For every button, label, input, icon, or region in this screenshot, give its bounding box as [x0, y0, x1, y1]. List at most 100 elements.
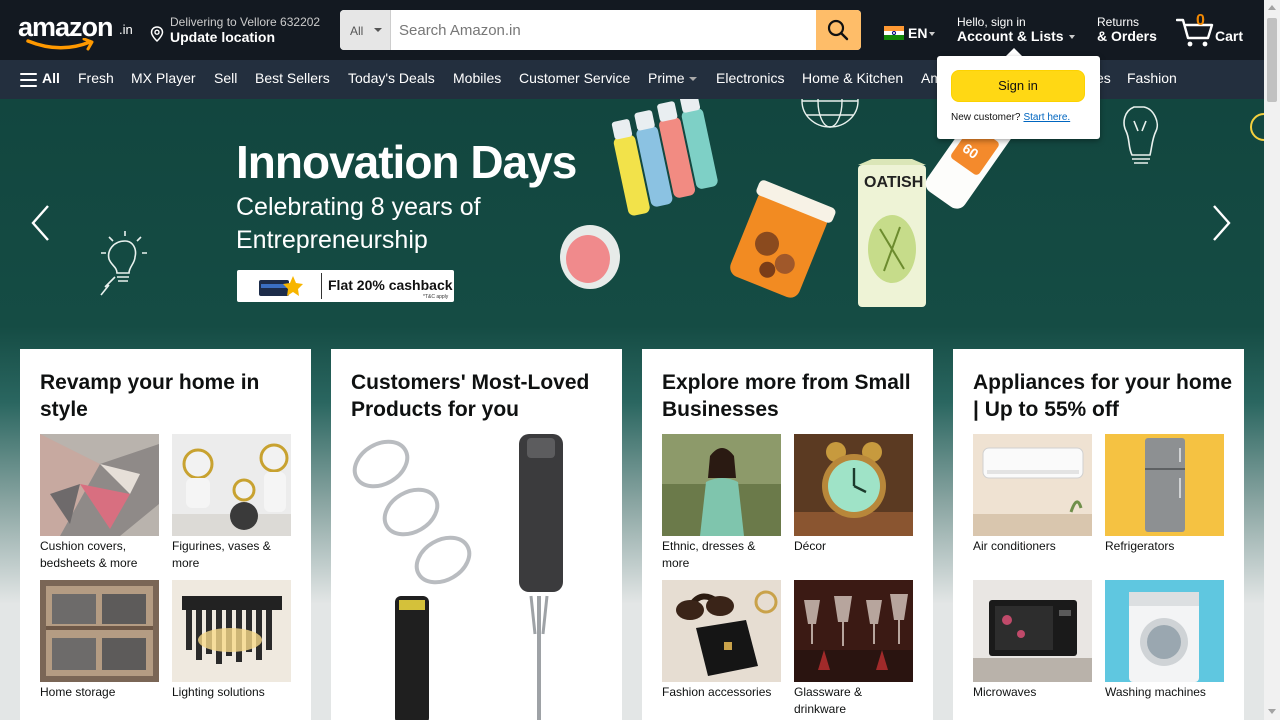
nav-item-prime-label: Prime	[648, 70, 685, 86]
tile-label: Lighting solutions	[172, 685, 265, 699]
card-title[interactable]: Explore more from Small Businesses	[662, 369, 922, 423]
language-selector[interactable]: EN	[884, 22, 944, 46]
signin-flyout: Sign in New customer? Start here.	[937, 56, 1100, 139]
scroll-down-arrow-icon[interactable]	[1268, 709, 1276, 714]
account-lists-label: Account & Lists	[957, 28, 1064, 44]
hero-title: Innovation Days	[236, 136, 577, 188]
cart-count: 0	[1196, 12, 1205, 29]
new-customer-row: New customer? Start here.	[951, 112, 1070, 123]
tile-label: Washing machines	[1105, 685, 1206, 699]
wallet-star-icon	[259, 276, 303, 296]
tile-image	[794, 580, 913, 682]
account-and-lists[interactable]: Hello, sign in Account & Lists	[957, 13, 1087, 49]
carousel-prev-button[interactable]	[28, 202, 52, 249]
hamburger-menu-icon[interactable]	[20, 73, 37, 87]
tile-label: Microwaves	[973, 685, 1037, 699]
lightbulb-doodle-icon	[100, 231, 147, 296]
card-appliances: Appliances for your home | Up to 55% off…	[953, 349, 1244, 720]
tile-decor[interactable]: Décor	[794, 434, 913, 555]
chevron-down-icon	[1068, 35, 1075, 40]
nav-item-best-sellers[interactable]: Best Sellers	[255, 70, 330, 86]
cart-label: Cart	[1215, 28, 1244, 44]
delivery-location[interactable]: Delivering to Vellore 632202 Update loca…	[148, 12, 328, 48]
tile-label: Refrigerators	[1105, 539, 1175, 553]
tile-washing-machines[interactable]: Washing machines	[1105, 580, 1224, 701]
start-here-link[interactable]: Start here.	[1023, 112, 1070, 123]
most-loved-products-image[interactable]	[351, 434, 601, 720]
tile-image	[1105, 580, 1224, 682]
search-input[interactable]	[391, 10, 816, 50]
orders-label: & Orders	[1097, 28, 1157, 44]
tile-cushion-covers[interactable]: Cushion covers, bedsheets & more	[40, 434, 159, 572]
chevron-down-icon	[374, 28, 382, 32]
cashback-note: *T&C apply	[423, 294, 449, 300]
nav-item-sell[interactable]: Sell	[214, 70, 237, 86]
search-bar: All	[340, 10, 861, 50]
card-title[interactable]: Revamp your home in style	[40, 369, 300, 423]
tile-label: Air conditioners	[973, 539, 1056, 553]
tile-image	[973, 580, 1092, 682]
nav-all-menu[interactable]: All	[42, 70, 60, 86]
tile-image	[973, 434, 1092, 536]
search-category-dropdown[interactable]: All	[340, 10, 391, 50]
tile-image	[794, 434, 913, 536]
nav-item-mx-player[interactable]: MX Player	[131, 70, 196, 86]
page-scrollbar[interactable]	[1264, 0, 1280, 720]
card-most-loved: Customers' Most-Loved Products for you	[331, 349, 622, 720]
search-button[interactable]	[816, 10, 861, 50]
chevron-down-icon	[688, 77, 697, 82]
circle-doodle-icon	[1250, 113, 1264, 141]
nav-item-electronics[interactable]: Electronics	[716, 70, 784, 86]
tile-ethnic-dresses[interactable]: Ethnic, dresses & more	[662, 434, 781, 572]
carousel-next-button[interactable]	[1210, 202, 1234, 249]
nav-item-prime[interactable]: Prime	[648, 70, 697, 86]
tile-lighting[interactable]: Lighting solutions	[172, 580, 291, 701]
chevron-right-icon	[1213, 205, 1231, 241]
location-pin-icon	[150, 26, 164, 42]
nav-item-customer-service[interactable]: Customer Service	[519, 70, 630, 86]
new-customer-text: New customer?	[951, 112, 1021, 123]
account-greeting: Hello, sign in	[957, 15, 1026, 29]
tile-figurines[interactable]: Figurines, vases & more	[172, 434, 291, 572]
logo-suffix: .in	[119, 22, 133, 37]
tile-refrigerators[interactable]: Refrigerators	[1105, 434, 1224, 555]
india-flag-icon	[884, 26, 904, 40]
scroll-up-arrow-icon[interactable]	[1268, 5, 1276, 10]
returns-and-orders[interactable]: Returns & Orders	[1097, 13, 1167, 49]
amazon-logo[interactable]: amazon .in	[12, 8, 140, 52]
chevron-down-icon	[929, 32, 936, 37]
nav-item-mobiles[interactable]: Mobiles	[453, 70, 501, 86]
nav-item-fashion[interactable]: Fashion	[1127, 70, 1177, 86]
tile-image	[172, 580, 291, 682]
chevron-left-icon	[31, 205, 49, 241]
top-nav-bar: amazon .in Delivering to Vellore 632202 …	[0, 0, 1264, 60]
card-small-businesses: Explore more from Small Businesses Ethni…	[642, 349, 933, 720]
tile-fashion-accessories[interactable]: Fashion accessories	[662, 580, 781, 701]
tile-label: Glassware & drinkware	[794, 685, 863, 716]
tile-label: Décor	[794, 539, 827, 553]
signin-button[interactable]: Sign in	[951, 70, 1085, 102]
tile-label: Ethnic, dresses & more	[662, 539, 756, 570]
returns-label: Returns	[1097, 15, 1140, 29]
tile-home-storage[interactable]: Home storage	[40, 580, 159, 701]
tile-image	[662, 580, 781, 682]
tile-image	[172, 434, 291, 536]
tile-air-conditioners[interactable]: Air conditioners	[973, 434, 1092, 555]
nav-item-fresh[interactable]: Fresh	[78, 70, 114, 86]
search-icon	[827, 19, 849, 41]
nav-item-todays-deals[interactable]: Today's Deals	[348, 70, 435, 86]
delivery-location-text: Delivering to Vellore 632202	[170, 15, 321, 29]
tile-glassware[interactable]: Glassware & drinkware	[794, 580, 913, 718]
scroll-thumb[interactable]	[1267, 18, 1277, 102]
nav-item-home-kitchen[interactable]: Home & Kitchen	[802, 70, 903, 86]
cart-button[interactable]: 0 Cart	[1176, 12, 1248, 48]
card-revamp-home: Revamp your home in style Cushion covers…	[20, 349, 311, 720]
card-title[interactable]: Appliances for your home | Up to 55% off	[973, 369, 1233, 423]
logo-smile-icon	[26, 38, 94, 51]
search-category-label: All	[350, 24, 364, 38]
tile-microwaves[interactable]: Microwaves	[973, 580, 1092, 701]
oatish-label: OATISH	[864, 174, 923, 191]
tile-image	[40, 434, 159, 536]
card-title[interactable]: Customers' Most-Loved Products for you	[351, 369, 611, 423]
tile-label: Cushion covers, bedsheets & more	[40, 539, 138, 570]
